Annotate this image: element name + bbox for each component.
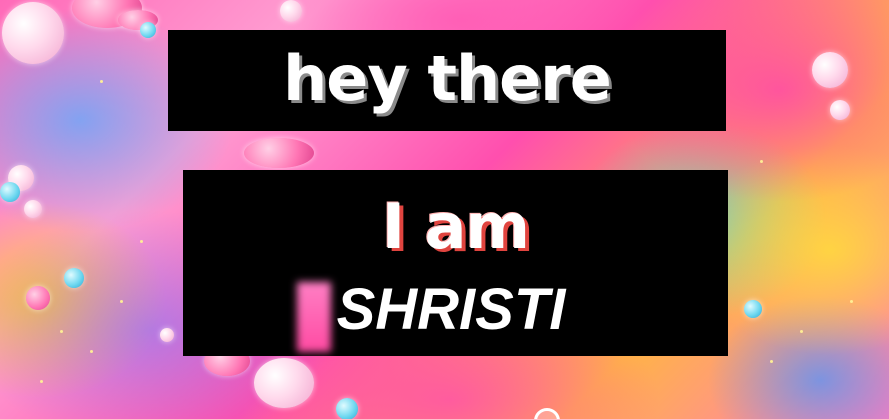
bubble-decoration — [744, 300, 762, 318]
caption-box-greeting: hey there — [168, 30, 726, 131]
caption-name-wrap: SHRISTI — [297, 274, 585, 352]
glitter-speck — [100, 80, 103, 83]
caption-name: SHRISTI — [336, 277, 566, 342]
caption-box-intro: I am SHRISTI — [183, 170, 728, 356]
bubble-decoration — [812, 52, 848, 88]
bubble-decoration — [244, 138, 314, 168]
background-scene: hey there I am SHRISTI — [0, 0, 889, 419]
glitter-speck — [760, 160, 763, 163]
glitter-speck — [770, 360, 773, 363]
bubble-decoration — [0, 182, 20, 202]
glitter-speck — [800, 330, 803, 333]
glitter-speck — [90, 350, 93, 353]
glitter-speck — [120, 300, 123, 303]
glitter-speck — [140, 240, 143, 243]
glitter-speck — [60, 330, 63, 333]
caption-greeting: hey there — [283, 42, 612, 115]
bubble-decoration — [26, 286, 50, 310]
bubble-decoration — [280, 0, 302, 22]
circle-icon — [534, 408, 560, 419]
bubble-decoration — [64, 268, 84, 288]
caption-intro: I am — [381, 190, 530, 263]
glitter-speck — [40, 380, 43, 383]
bubble-decoration — [24, 200, 42, 218]
bubble-decoration — [336, 398, 358, 419]
bubble-decoration — [254, 358, 314, 408]
bubble-decoration — [830, 100, 850, 120]
bubble-decoration — [140, 22, 156, 38]
bubble-decoration — [2, 2, 64, 64]
glitter-speck — [850, 300, 853, 303]
bubble-decoration — [160, 328, 174, 342]
